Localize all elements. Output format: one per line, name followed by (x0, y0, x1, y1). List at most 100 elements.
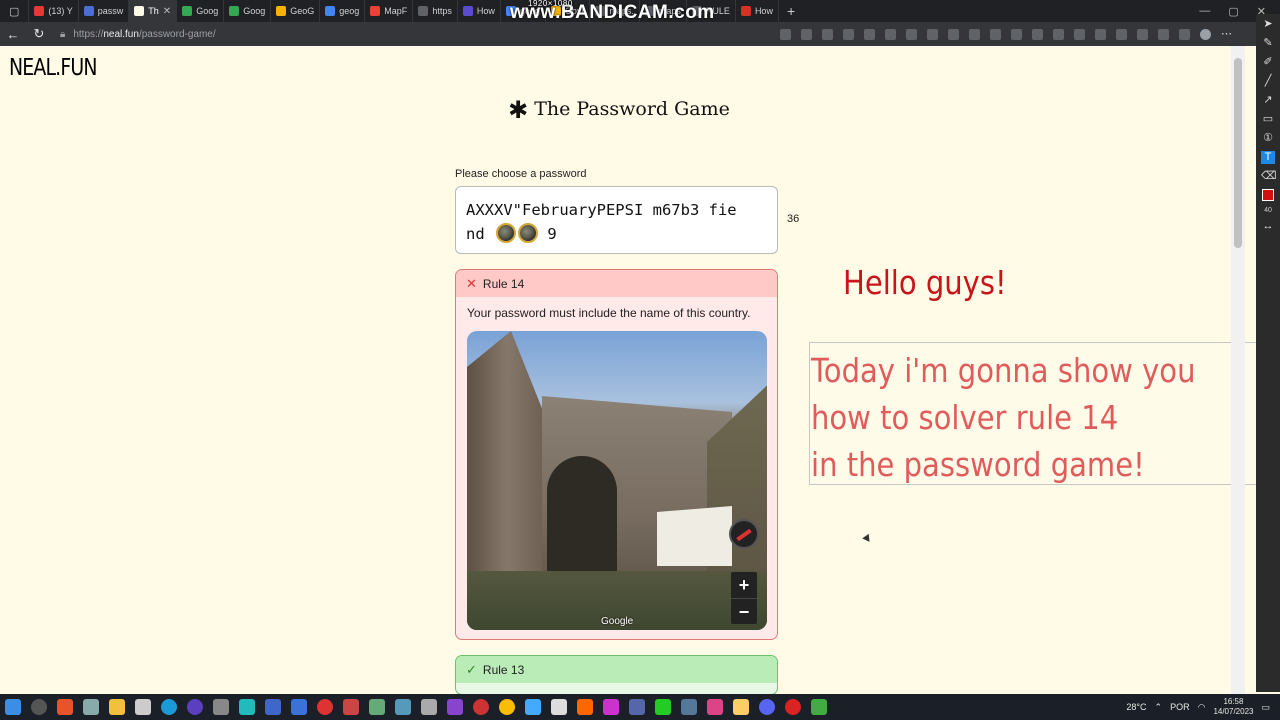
language-indicator[interactable]: POR (1170, 702, 1190, 712)
new-tab-button[interactable]: + (779, 3, 803, 19)
eraser-icon[interactable]: ⌫ (1261, 170, 1277, 183)
reload-button[interactable]: ↻ (26, 26, 52, 42)
search-icon[interactable] (31, 699, 47, 715)
notification-icon[interactable]: ▭ (1261, 702, 1270, 713)
discord-icon[interactable] (759, 699, 775, 715)
extension-icon[interactable] (1011, 28, 1022, 40)
password-input[interactable]: AXXXV"FebruaryPEPSI m67b3 fie nd 9 (455, 186, 778, 254)
extension-icon[interactable] (1095, 28, 1106, 40)
browser-tab[interactable]: (13) Y (29, 0, 79, 22)
app-icon[interactable] (707, 699, 723, 715)
wifi-icon[interactable]: ◠ (1198, 702, 1206, 713)
extension-icon[interactable] (906, 28, 917, 40)
minimize-icon[interactable]: — (1199, 5, 1210, 18)
collapse-icon[interactable]: ↔ (1261, 220, 1275, 233)
site-logo[interactable]: NEAL.FUN (9, 55, 97, 81)
app-icon[interactable] (187, 699, 203, 715)
app-icon[interactable] (317, 699, 333, 715)
back-button[interactable]: ← (0, 27, 26, 42)
browser-tab[interactable]: How (736, 0, 779, 22)
page-scrollbar[interactable] (1231, 46, 1245, 694)
close-tab-icon[interactable]: ✕ (163, 6, 171, 17)
pointer-icon[interactable]: ➤ (1261, 18, 1275, 31)
app-icon[interactable] (421, 699, 437, 715)
app-icon[interactable] (135, 699, 151, 715)
pen-icon[interactable]: ✎ (1261, 37, 1275, 50)
size-indicator[interactable]: 40 (1264, 207, 1272, 214)
browser-tab[interactable]: https (413, 0, 458, 22)
profile-avatar[interactable] (1200, 28, 1211, 40)
extension-icon[interactable] (843, 28, 854, 40)
extension-icon[interactable] (864, 28, 875, 40)
extension-icon[interactable] (1158, 28, 1169, 40)
extension-icon[interactable] (1137, 28, 1148, 40)
extension-icon[interactable] (780, 28, 791, 40)
app-icon[interactable] (655, 699, 671, 715)
file-explorer-icon[interactable] (109, 699, 125, 715)
browser-tab[interactable]: Goog (177, 0, 225, 22)
app-icon[interactable] (239, 699, 255, 715)
browser-tab[interactable]: Th ✕ (129, 0, 178, 22)
extension-icon[interactable] (822, 28, 833, 40)
extension-icon[interactable] (990, 28, 1001, 40)
app-icon[interactable] (733, 699, 749, 715)
chrome-icon[interactable] (499, 699, 515, 715)
more-menu-icon[interactable]: ⋯ (1221, 28, 1232, 40)
rectangle-icon[interactable]: ▭ (1261, 113, 1275, 126)
bandicam-icon[interactable] (785, 699, 801, 715)
browser-tab[interactable]: Goog (224, 0, 272, 22)
app-icon[interactable] (811, 699, 827, 715)
clock[interactable]: 16:58 14/07/2023 (1213, 697, 1253, 717)
url-field[interactable]: 🔒︎ https://neal.fun/password-game/ (60, 24, 760, 44)
app-icon[interactable] (551, 699, 567, 715)
app-icon[interactable] (681, 699, 697, 715)
app-icon[interactable] (291, 699, 307, 715)
browser-tab[interactable]: geog (320, 0, 366, 22)
extension-icon[interactable] (1074, 28, 1085, 40)
numbering-icon[interactable]: ① (1261, 132, 1275, 145)
app-icon[interactable] (525, 699, 541, 715)
browser-tab[interactable]: How (458, 0, 501, 22)
marker-icon[interactable]: ✐ (1261, 56, 1275, 69)
street-view-image[interactable]: + − Google (467, 331, 767, 630)
extension-icon[interactable] (1116, 28, 1127, 40)
app-icon[interactable] (369, 699, 385, 715)
text-tool-icon[interactable]: T (1261, 151, 1275, 164)
extension-icon[interactable] (969, 28, 980, 40)
extension-icon[interactable] (1032, 28, 1043, 40)
extension-icon[interactable] (1179, 28, 1190, 40)
window-menu-icon[interactable]: ▢ (0, 0, 30, 22)
browser-tab[interactable]: passw (79, 0, 130, 22)
maximize-icon[interactable]: ▢ (1228, 5, 1238, 18)
extension-icon[interactable] (1053, 28, 1064, 40)
app-icon[interactable] (577, 699, 593, 715)
browser-tab[interactable]: MapF (365, 0, 414, 22)
extension-icon[interactable] (801, 28, 812, 40)
lock-icon[interactable]: 🔒︎ (60, 29, 65, 40)
zoom-in-button[interactable]: + (731, 572, 757, 598)
app-icon[interactable] (473, 699, 489, 715)
zoom-out-button[interactable]: − (731, 598, 757, 624)
edge-icon[interactable] (161, 699, 177, 715)
app-icon[interactable] (629, 699, 645, 715)
browser-tab[interactable]: GeoG (271, 0, 321, 22)
app-icon[interactable] (213, 699, 229, 715)
app-icon[interactable] (447, 699, 463, 715)
chevron-up-icon[interactable]: ⌃ (1155, 702, 1163, 713)
extension-icon[interactable] (927, 28, 938, 40)
scrollbar-thumb[interactable] (1234, 58, 1242, 248)
windows-start-icon[interactable] (5, 699, 21, 715)
app-icon[interactable] (83, 699, 99, 715)
extension-icon[interactable] (948, 28, 959, 40)
app-icon[interactable] (395, 699, 411, 715)
color-swatch[interactable] (1262, 189, 1274, 201)
line-icon[interactable]: ╱ (1261, 75, 1275, 88)
compass-icon[interactable] (729, 519, 759, 549)
arrow-icon[interactable]: ↗ (1261, 94, 1275, 107)
app-icon[interactable] (343, 699, 359, 715)
app-icon[interactable] (57, 699, 73, 715)
extension-icon[interactable] (885, 28, 896, 40)
app-icon[interactable] (603, 699, 619, 715)
weather-temp[interactable]: 28°C (1126, 702, 1146, 712)
app-icon[interactable] (265, 699, 281, 715)
